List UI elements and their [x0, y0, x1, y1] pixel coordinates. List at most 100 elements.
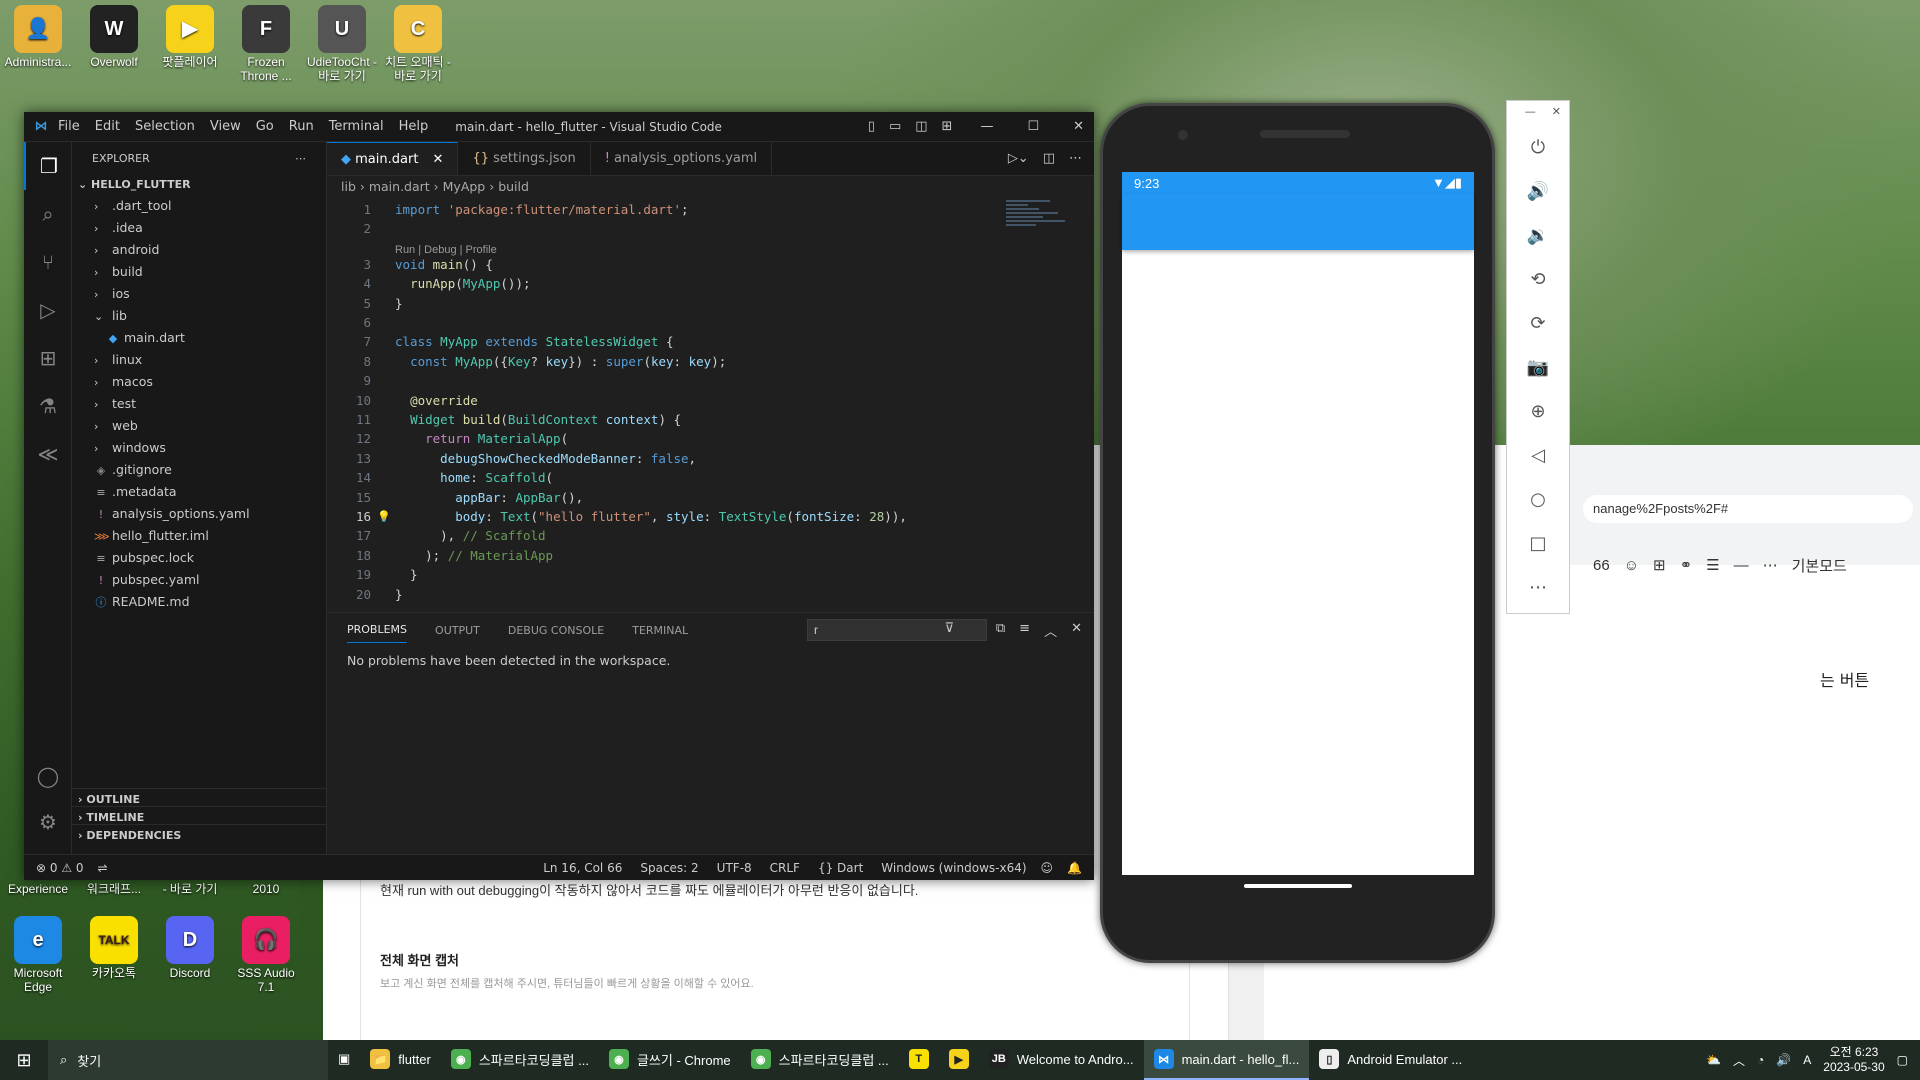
power-icon[interactable]: ⏻ [1507, 125, 1569, 169]
taskbar-search[interactable]: ⌕ 찾기 [48, 1040, 328, 1080]
overview-icon[interactable]: □ [1507, 521, 1569, 565]
ime-icon[interactable]: A [1803, 1053, 1811, 1067]
volume-down-icon[interactable]: 🔉 [1507, 213, 1569, 257]
notification-center-icon[interactable]: ▢ [1897, 1053, 1908, 1067]
live-share-icon[interactable]: ⇌ [98, 861, 108, 875]
minimize-icon[interactable]: — [1525, 105, 1536, 121]
tray-expand-icon[interactable]: ︿ [1733, 1052, 1745, 1069]
windows-start-icon[interactable]: ⊞ [0, 1050, 48, 1071]
toggle-sidebar-icon[interactable]: ▯ [868, 119, 875, 134]
breadcrumb-item[interactable]: MyApp [443, 179, 486, 194]
minimap[interactable] [1006, 198, 1080, 258]
menu-selection[interactable]: Selection [135, 119, 195, 134]
menu-view[interactable]: View [210, 119, 241, 134]
sidebar-section-dependencies[interactable]: › DEPENDENCIES [72, 824, 327, 846]
panel-tab-problems[interactable]: PROBLEMS [347, 617, 408, 643]
list-icon[interactable]: ☰ [1706, 556, 1719, 574]
maximize-panel-icon[interactable]: ︿ [1044, 621, 1057, 640]
desktop-icon[interactable]: W Overwolf [76, 5, 152, 69]
minimize-button[interactable]: — [980, 119, 993, 134]
volume-icon[interactable]: 🔊 [1776, 1053, 1791, 1067]
zoom-icon[interactable]: ⊕ [1507, 389, 1569, 433]
status-item[interactable]: {} Dart [818, 861, 863, 875]
source-control-icon[interactable]: ⑂ [24, 238, 72, 286]
phone-screen[interactable]: 9:23 ▼◢▮ [1122, 172, 1474, 875]
problems-filter-input[interactable] [807, 619, 987, 641]
tree-item[interactable]: ⌄ lib [72, 305, 326, 327]
desktop-icon[interactable]: 🎧 SSS Audio 7.1 [228, 916, 304, 994]
tree-item[interactable]: ! analysis_options.yaml [72, 503, 326, 525]
settings-gear-icon[interactable]: ⚙ [24, 798, 72, 846]
problems-count[interactable]: ⊗ 0 ⚠ 0 [36, 861, 84, 875]
home-icon[interactable]: ○ [1507, 477, 1569, 521]
more-icon[interactable]: ⋯ [1763, 556, 1778, 574]
tree-item[interactable]: › ios [72, 283, 326, 305]
tree-item[interactable]: › windows [72, 437, 326, 459]
desktop-icon[interactable]: ▶ 팟플레이어 [152, 5, 228, 69]
tree-item[interactable]: ◆ main.dart [72, 327, 326, 349]
testing-icon[interactable]: ⚗ [24, 382, 72, 430]
toggle-panel-icon[interactable]: ▭ [889, 119, 901, 134]
notifications-bell-icon[interactable]: 🔔 [1067, 861, 1082, 875]
close-icon[interactable]: ✕ [1552, 105, 1561, 121]
rotate-left-icon[interactable]: ⟲ [1507, 257, 1569, 301]
tree-item[interactable]: ≡ pubspec.lock [72, 547, 326, 569]
taskbar-app[interactable]: ▶ [939, 1040, 979, 1080]
menu-help[interactable]: Help [399, 119, 429, 134]
desktop-icon[interactable]: e Microsoft Edge [0, 916, 76, 994]
status-item[interactable]: Windows (windows-x64) [881, 861, 1026, 875]
tree-item[interactable]: ! pubspec.yaml [72, 569, 326, 591]
desktop-icon[interactable]: D Discord [152, 916, 228, 980]
camera-icon[interactable]: 📷 [1507, 345, 1569, 389]
breadcrumb-item[interactable]: lib [341, 179, 356, 194]
run-debug-icon[interactable]: ▷ [24, 286, 72, 334]
quote-icon[interactable]: 66 [1593, 557, 1610, 574]
tree-item[interactable]: › android [72, 239, 326, 261]
more-icon[interactable]: ⋯ [1069, 151, 1082, 166]
more-icon[interactable]: ⋯ [1507, 565, 1569, 609]
menu-go[interactable]: Go [256, 119, 274, 134]
editor-mode-select[interactable]: 기본모드 [1792, 555, 1847, 576]
explorer-icon[interactable]: ❐ [24, 142, 72, 190]
editor-tab[interactable]: ! analysis_options.yaml [591, 142, 773, 175]
breadcrumb-item[interactable]: build [498, 179, 529, 194]
view-as-tree-icon[interactable]: ≡ [1019, 621, 1030, 640]
tab-close-icon[interactable]: ✕ [428, 152, 444, 167]
divider-icon[interactable]: — [1734, 557, 1749, 574]
menu-run[interactable]: Run [289, 119, 314, 134]
editor-tab[interactable]: ◆ main.dart ✕ [327, 142, 459, 175]
maximize-button[interactable]: ☐ [1027, 119, 1039, 134]
link-icon[interactable]: ⚭ [1680, 556, 1693, 574]
run-icon[interactable]: ▷⌄ [1008, 151, 1029, 166]
desktop-icon[interactable]: U UdieTooCht - 바로 가기 [304, 5, 380, 83]
lightbulb-icon[interactable]: 💡 [377, 507, 391, 526]
taskbar-app[interactable]: ◉ 스파르타코딩클럽 ... [441, 1040, 599, 1080]
taskbar-app[interactable]: ▯ Android Emulator ... [1309, 1040, 1472, 1080]
tree-item[interactable]: › web [72, 415, 326, 437]
clock[interactable]: 오전 6:23 2023-05-30 [1823, 1045, 1884, 1075]
breadcrumb-item[interactable]: main.dart [369, 179, 430, 194]
panel-tab-debug-console[interactable]: DEBUG CONSOLE [508, 624, 604, 637]
split-editor-icon[interactable]: ◫ [1043, 151, 1055, 166]
tree-item[interactable]: ⓘ README.md [72, 591, 326, 613]
feedback-icon[interactable]: ☺ [1041, 861, 1054, 875]
emoji-icon[interactable]: ☺ [1624, 557, 1639, 574]
taskbar-app[interactable]: ⋈ main.dart - hello_fl... [1143, 1040, 1310, 1080]
accounts-icon[interactable]: ◯ [24, 752, 72, 800]
editor-tab[interactable]: {} settings.json [458, 142, 591, 175]
address-bar[interactable]: nanage%2Fposts%2F# [1583, 495, 1913, 523]
tree-item[interactable]: › test [72, 393, 326, 415]
panel-tab-terminal[interactable]: TERMINAL [632, 624, 688, 637]
weather-icon[interactable]: ⛅ [1706, 1053, 1721, 1067]
menu-terminal[interactable]: Terminal [329, 119, 384, 134]
panel-tab-output[interactable]: OUTPUT [435, 624, 480, 637]
tree-item[interactable]: › macos [72, 371, 326, 393]
taskbar-app[interactable]: 📁 flutter [360, 1040, 441, 1080]
desktop-icon[interactable]: TALK 카카오톡 [76, 916, 152, 980]
customize-layout-icon[interactable]: ⊞ [942, 119, 953, 134]
flutter-icon[interactable]: ≪ [24, 430, 72, 478]
status-item[interactable]: CRLF [770, 861, 800, 875]
filter-icon[interactable]: ⊽ [944, 621, 954, 636]
tree-item[interactable]: › build [72, 261, 326, 283]
collapse-all-icon[interactable]: ⧉ [996, 621, 1005, 640]
